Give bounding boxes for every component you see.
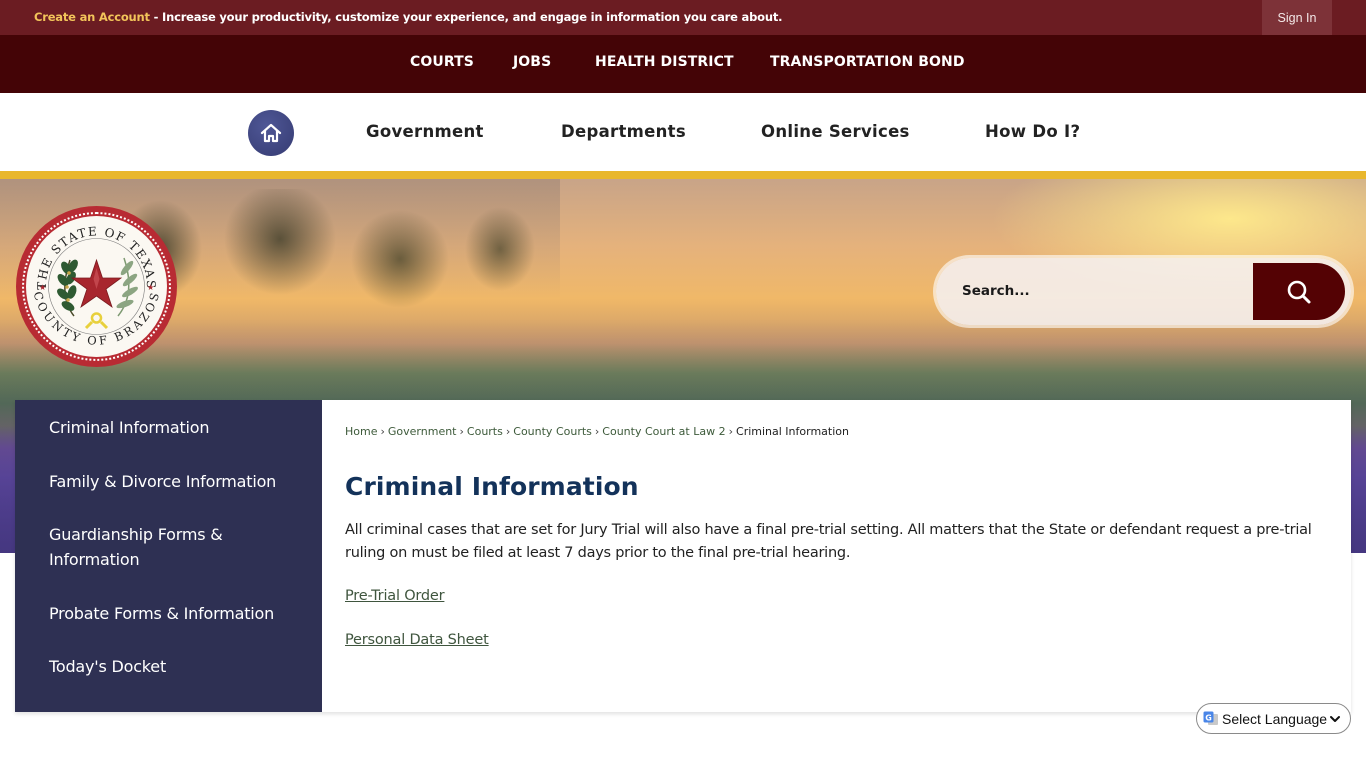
home-icon bbox=[260, 123, 282, 143]
breadcrumb-current: Criminal Information bbox=[736, 425, 849, 438]
nav-accent-divider bbox=[0, 171, 1366, 179]
main-navigation: Government Departments Online Services H… bbox=[0, 93, 1366, 172]
search-icon bbox=[1287, 280, 1311, 303]
promo-text: - Increase your productivity, customize … bbox=[149, 10, 783, 24]
home-button[interactable] bbox=[248, 110, 294, 156]
sidebar-item-todays-docket[interactable]: Today's Docket bbox=[49, 654, 299, 679]
section-sidebar: Criminal Information Family & Divorce In… bbox=[15, 400, 322, 712]
breadcrumb: Home › Government › Courts › County Courts › Cou… bbox=[345, 425, 849, 438]
breadcrumb-separator: › bbox=[459, 425, 464, 438]
chevron-down-icon bbox=[1330, 716, 1340, 722]
nav-how-do-i[interactable]: How Do I? bbox=[985, 122, 1080, 141]
nav-online-services[interactable]: Online Services bbox=[761, 122, 910, 141]
account-promo: Create an Account - Increase your produc… bbox=[34, 10, 782, 24]
breadcrumb-government[interactable]: Government bbox=[388, 425, 457, 438]
create-account-link[interactable]: Create an Account bbox=[34, 10, 150, 24]
sidebar-item-criminal-information[interactable]: Criminal Information bbox=[49, 415, 299, 440]
breadcrumb-courts[interactable]: Courts bbox=[467, 425, 503, 438]
sidebar-item-family-divorce[interactable]: Family & Divorce Information bbox=[49, 469, 299, 494]
breadcrumb-separator: › bbox=[594, 425, 600, 438]
breadcrumb-separator: › bbox=[380, 425, 385, 438]
google-translate-icon: G bbox=[1203, 711, 1219, 727]
pre-trial-order-link[interactable]: Pre-Trial Order bbox=[345, 588, 445, 604]
breadcrumb-separator: › bbox=[505, 425, 511, 438]
breadcrumb-separator: › bbox=[728, 425, 734, 438]
sidebar-item-probate[interactable]: Probate Forms & Information bbox=[49, 601, 299, 626]
quicklink-courts[interactable]: COURTS bbox=[410, 54, 474, 70]
seal-emblem: THE STATE OF TEXAS COUNTY OF BRAZOS ★ ★ bbox=[31, 224, 161, 347]
sign-in-button[interactable]: Sign In bbox=[1262, 0, 1332, 35]
quicklink-transportation-bond[interactable]: TRANSPORTATION BOND bbox=[770, 54, 965, 70]
content-card: Criminal Information Family & Divorce In… bbox=[15, 400, 1351, 712]
search-button[interactable] bbox=[1253, 263, 1345, 320]
quicklink-health-district[interactable]: HEALTH DISTRICT bbox=[595, 54, 734, 70]
breadcrumb-county-courts[interactable]: County Courts bbox=[513, 425, 592, 438]
breadcrumb-county-court-at-law-2[interactable]: County Court at Law 2 bbox=[602, 425, 725, 438]
county-seal-logo[interactable]: THE STATE OF TEXAS COUNTY OF BRAZOS ★ ★ bbox=[16, 206, 177, 367]
svg-text:★: ★ bbox=[147, 283, 154, 292]
top-utility-bar: Create an Account - Increase your produc… bbox=[0, 0, 1366, 35]
svg-text:G: G bbox=[1205, 713, 1212, 722]
sidebar-item-guardianship[interactable]: Guardianship Forms & Information bbox=[49, 522, 249, 572]
seal-face: THE STATE OF TEXAS COUNTY OF BRAZOS ★ ★ bbox=[26, 216, 167, 357]
page-title: Criminal Information bbox=[345, 472, 639, 501]
language-select-value: Select Language bbox=[1222, 710, 1328, 727]
seal-ring: THE STATE OF TEXAS COUNTY OF BRAZOS ★ ★ bbox=[22, 212, 171, 361]
svg-text:★: ★ bbox=[39, 283, 46, 292]
nav-departments[interactable]: Departments bbox=[561, 122, 686, 141]
search-input[interactable] bbox=[962, 276, 1232, 306]
breadcrumb-home[interactable]: Home bbox=[345, 425, 377, 438]
main-content: Home › Government › Courts › County Courts › Cou… bbox=[345, 400, 1335, 712]
nav-government[interactable]: Government bbox=[366, 122, 484, 141]
language-select[interactable]: G Select Language bbox=[1196, 703, 1351, 734]
quicklink-jobs[interactable]: JOBS bbox=[513, 54, 551, 70]
quick-links-bar: COURTS JOBS HEALTH DISTRICT TRANSPORTATI… bbox=[0, 35, 1366, 93]
site-search bbox=[936, 258, 1351, 325]
page-description: All criminal cases that are set for Jury… bbox=[345, 522, 1312, 561]
personal-data-sheet-link[interactable]: Personal Data Sheet bbox=[345, 632, 489, 648]
